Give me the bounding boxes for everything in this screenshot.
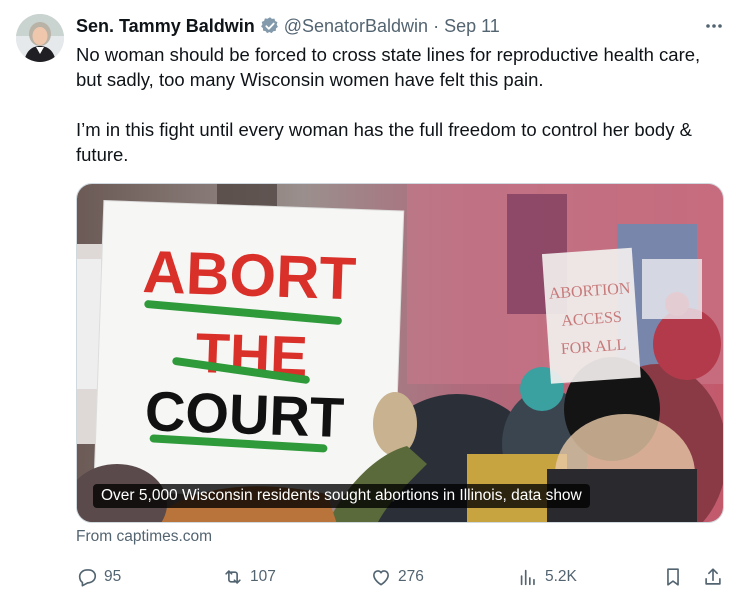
verified-badge-icon[interactable] xyxy=(260,16,280,36)
tweet-actions: 95 107 276 5.2K xyxy=(76,563,728,591)
sign-text-line-1: ABORT xyxy=(142,238,358,312)
repost-count: 107 xyxy=(250,568,276,585)
views-icon xyxy=(520,569,535,586)
like-icon xyxy=(373,570,389,586)
card-photo: ABORTION ACCESS FOR ALL ABORT THE COURT xyxy=(77,184,723,522)
author-name[interactable]: Sen. Tammy Baldwin xyxy=(76,16,255,37)
separator-dot: · xyxy=(433,15,440,36)
repost-icon xyxy=(225,570,241,584)
share-icon xyxy=(705,568,721,585)
like-button[interactable]: 276 xyxy=(370,563,424,591)
tweet-date[interactable]: Sep 11 xyxy=(444,16,500,37)
bookmark-button[interactable] xyxy=(662,563,684,591)
card-caption[interactable]: Over 5,000 Wisconsin residents sought ab… xyxy=(93,484,590,508)
tweet-header: Sen. Tammy Baldwin @SenatorBaldwin · Sep… xyxy=(76,13,728,39)
tweet-paragraph: No woman should be forced to cross state… xyxy=(76,44,701,90)
share-button[interactable] xyxy=(702,563,724,591)
like-count: 276 xyxy=(398,568,424,585)
repost-button[interactable]: 107 xyxy=(222,563,276,591)
more-icon xyxy=(706,24,722,28)
reply-icon xyxy=(78,569,97,587)
views-count: 5.2K xyxy=(545,568,577,585)
reply-button[interactable]: 95 xyxy=(76,563,121,591)
link-card[interactable]: ABORTION ACCESS FOR ALL ABORT THE COURT … xyxy=(76,183,724,523)
views-button[interactable]: 5.2K xyxy=(517,563,577,591)
bookmark-icon xyxy=(667,568,679,586)
avatar-image xyxy=(16,14,64,62)
tweet-body: No woman should be forced to cross state… xyxy=(76,42,730,167)
more-button[interactable] xyxy=(700,14,728,38)
card-source[interactable]: From captimes.com xyxy=(76,528,212,546)
author-handle[interactable]: @SenatorBaldwin xyxy=(284,16,428,37)
avatar[interactable] xyxy=(16,14,64,62)
tweet-paragraph: I’m in this fight until every woman has … xyxy=(76,119,692,165)
reply-count: 95 xyxy=(104,568,122,585)
